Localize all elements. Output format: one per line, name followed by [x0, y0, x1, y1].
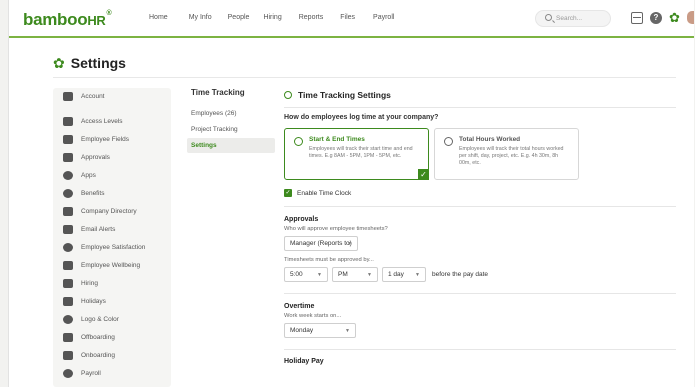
- chevron-down-icon: ▼: [347, 241, 352, 247]
- offboarding-icon: [63, 332, 73, 342]
- subnav-item-project-tracking[interactable]: Project Tracking: [187, 122, 275, 137]
- sidebar-item-payroll[interactable]: Payroll: [63, 367, 101, 379]
- holiday-pay-title: Holiday Pay: [284, 358, 324, 365]
- sidebar-item-access-levels[interactable]: Access Levels: [63, 115, 123, 127]
- onboarding-icon: [63, 350, 73, 360]
- divider: [284, 206, 676, 207]
- gift-icon: [63, 296, 73, 306]
- gear-icon[interactable]: ✿: [669, 11, 681, 24]
- page-header: ✿ Settings: [53, 55, 126, 71]
- nav-links: Home My Info People Hiring Reports Files…: [149, 14, 394, 21]
- subnav-heading: Time Tracking: [191, 88, 245, 97]
- sidebar-item-holidays[interactable]: Holidays: [63, 295, 106, 307]
- nav-reports[interactable]: Reports: [299, 14, 324, 21]
- clock-icon: [294, 137, 303, 146]
- sidebar-item-employee-satisfaction[interactable]: Employee Satisfaction: [63, 241, 145, 253]
- sidebar-item-approvals[interactable]: Approvals: [63, 151, 110, 163]
- section-header: Time Tracking Settings: [284, 88, 676, 102]
- top-nav: bambooHR® Home My Info People Hiring Rep…: [9, 0, 694, 38]
- clipboard-icon: [63, 278, 73, 288]
- approver-select[interactable]: Manager (Reports to) ▼: [284, 236, 358, 251]
- overtime-title: Overtime: [284, 303, 315, 310]
- sidebar-item-apps[interactable]: Apps: [63, 169, 96, 181]
- sidebar-item-hiring[interactable]: Hiring: [63, 277, 98, 289]
- divider: [284, 349, 676, 350]
- subnav-item-settings[interactable]: Settings: [187, 138, 275, 153]
- sidebar-item-offboarding[interactable]: Offboarding: [63, 331, 115, 343]
- app-window: bambooHR® Home My Info People Hiring Rep…: [8, 0, 694, 387]
- nav-my-info[interactable]: My Info: [189, 14, 212, 21]
- sidebar-item-account[interactable]: Account: [63, 90, 105, 102]
- day-select[interactable]: 1 day ▼: [382, 267, 426, 282]
- section-title: Time Tracking Settings: [298, 90, 391, 100]
- sidebar-item-onboarding[interactable]: Onboarding: [63, 349, 115, 361]
- settings-gear-icon: ✿: [53, 55, 65, 71]
- nav-files[interactable]: Files: [340, 14, 355, 21]
- time-clock-checkbox[interactable]: ✓: [284, 189, 292, 197]
- chevron-down-icon: ▼: [415, 272, 420, 278]
- log-time-options: Start & End Times Employees will track t…: [284, 128, 676, 180]
- bamboohr-logo[interactable]: bambooHR®: [23, 10, 112, 30]
- inbox-icon[interactable]: [631, 12, 643, 24]
- dollar-icon: [63, 368, 73, 378]
- subnav-item-employees[interactable]: Employees (26): [187, 106, 275, 121]
- cloud-icon: [63, 170, 73, 180]
- help-icon[interactable]: ?: [650, 12, 662, 24]
- timer-icon: [444, 137, 453, 146]
- sidebar-item-benefits[interactable]: Benefits: [63, 187, 105, 199]
- thumbs-up-icon: [63, 152, 73, 162]
- sidebar-item-employee-fields[interactable]: Employee Fields: [63, 133, 129, 145]
- time-select[interactable]: 5:00 ▼: [284, 267, 328, 282]
- sidebar-item-company-directory[interactable]: Company Directory: [63, 205, 137, 217]
- avatar[interactable]: [687, 11, 694, 24]
- divider: [284, 293, 676, 294]
- palette-icon: [63, 314, 73, 324]
- option-start-end-times[interactable]: Start & End Times Employees will track t…: [284, 128, 429, 180]
- smile-icon: [63, 242, 73, 252]
- deadline-suffix: before the pay date: [432, 271, 489, 278]
- time-clock-row: ✓ Enable Time Clock: [284, 189, 676, 197]
- chevron-down-icon: ▼: [367, 272, 372, 278]
- divider: [53, 77, 676, 78]
- ampm-select[interactable]: PM ▼: [332, 267, 378, 282]
- work-week-select[interactable]: Monday ▼: [284, 323, 356, 338]
- fields-icon: [63, 134, 73, 144]
- search-icon: [545, 14, 552, 21]
- sidebar-item-employee-wellbeing[interactable]: Employee Wellbeing: [63, 259, 140, 271]
- sidebar-item-logo-color[interactable]: Logo & Color: [63, 313, 119, 325]
- chevron-down-icon: ▼: [317, 272, 322, 278]
- wellbeing-icon: [63, 260, 73, 270]
- sidebar-item-email-alerts[interactable]: Email Alerts: [63, 223, 115, 235]
- time-clock-label: Enable Time Clock: [297, 189, 352, 197]
- lock-icon: [63, 116, 73, 126]
- main-content: Time Tracking Settings How do employees …: [284, 88, 676, 365]
- page-title: Settings: [70, 55, 126, 71]
- option-total-hours-worked[interactable]: Total Hours Worked Employees will track …: [434, 128, 579, 180]
- approval-deadline-row: 5:00 ▼ PM ▼ 1 day ▼ before the pay date: [284, 267, 676, 282]
- log-time-question: How do employees log time at your compan…: [284, 114, 439, 121]
- email-icon: [63, 224, 73, 234]
- approval-deadline-label: Timesheets must be approved by...: [284, 257, 374, 263]
- time-tracking-subnav: Time Tracking Employees (26) Project Tra…: [187, 88, 275, 154]
- wrench-icon: [63, 91, 73, 101]
- search-input[interactable]: Search...: [535, 10, 611, 27]
- nav-payroll[interactable]: Payroll: [373, 14, 394, 21]
- work-week-label: Work week starts on...: [284, 313, 342, 319]
- chevron-down-icon: ▼: [345, 328, 350, 334]
- heart-icon: [63, 188, 73, 198]
- nav-people[interactable]: People: [228, 14, 250, 21]
- divider: [284, 107, 676, 108]
- clock-icon: [284, 91, 292, 99]
- nav-home[interactable]: Home: [149, 14, 168, 21]
- nav-hiring[interactable]: Hiring: [263, 14, 281, 21]
- settings-sidebar: Account Access Levels Employee Fields Ap…: [53, 88, 171, 387]
- check-icon: ✓: [418, 169, 429, 180]
- approvals-title: Approvals: [284, 216, 319, 223]
- directory-icon: [63, 206, 73, 216]
- approver-label: Who will approve employee timesheets?: [284, 226, 388, 232]
